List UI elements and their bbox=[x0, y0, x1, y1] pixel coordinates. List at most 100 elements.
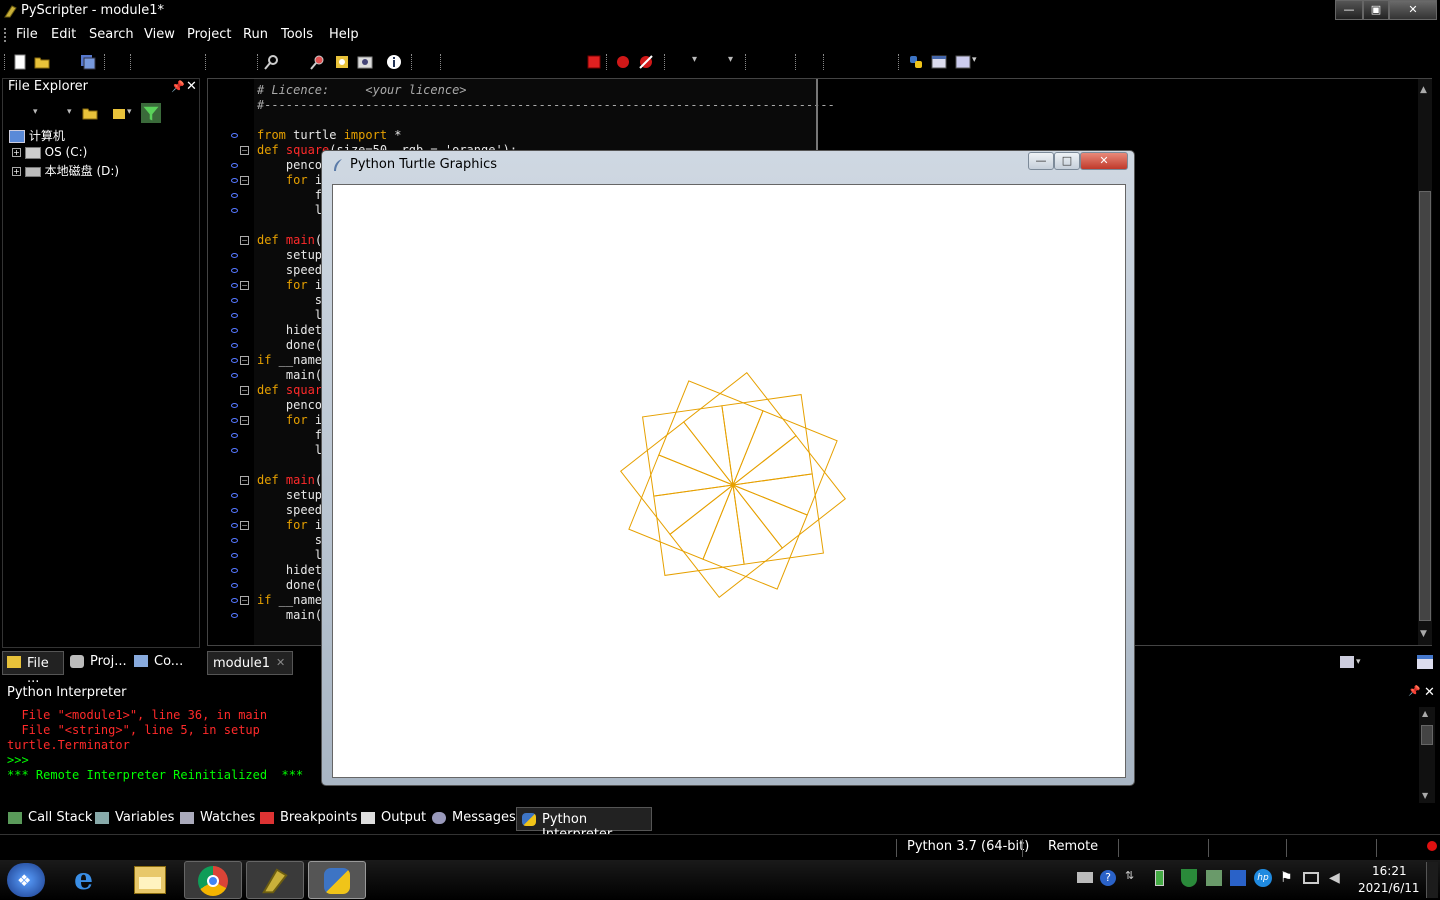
turtle-close-button[interactable]: ✕ bbox=[1080, 152, 1128, 170]
breakpoint-marker-icon[interactable] bbox=[231, 208, 238, 213]
breakpoint-marker-icon[interactable] bbox=[231, 163, 238, 168]
chevron-down-icon[interactable]: ▾ bbox=[67, 107, 72, 117]
taskbar-chrome[interactable] bbox=[184, 861, 242, 899]
tab-output[interactable]: Output bbox=[381, 810, 426, 825]
tab-project-explorer[interactable]: Proj... bbox=[68, 651, 128, 675]
taskbar-pyscripter[interactable] bbox=[246, 861, 304, 899]
pin-icon[interactable]: 📌 bbox=[171, 80, 185, 93]
code-line[interactable]: penco bbox=[257, 398, 322, 412]
network-icon[interactable] bbox=[1303, 872, 1319, 884]
tree-item-drive-c[interactable]: + OS (C:) bbox=[12, 145, 87, 159]
code-line[interactable]: setup bbox=[257, 488, 322, 502]
fold-toggle-icon[interactable]: − bbox=[240, 281, 249, 290]
toggle-breakpoint-icon[interactable] bbox=[615, 54, 631, 70]
code-line[interactable]: if __name bbox=[257, 353, 322, 367]
clear-breakpoints-icon[interactable] bbox=[638, 54, 654, 70]
maximize-button[interactable]: ▣ bbox=[1363, 0, 1389, 20]
breakpoint-marker-icon[interactable] bbox=[231, 298, 238, 303]
tab-module1[interactable]: module1 ✕ bbox=[207, 651, 293, 675]
breakpoint-marker-icon[interactable] bbox=[231, 283, 238, 288]
menu-file[interactable]: File bbox=[16, 27, 38, 42]
code-line[interactable]: speed bbox=[257, 503, 322, 517]
code-line[interactable]: l bbox=[257, 203, 322, 217]
clock-time[interactable]: 16:21 bbox=[1372, 864, 1407, 878]
breakpoint-marker-icon[interactable] bbox=[231, 133, 238, 138]
code-line[interactable]: main( bbox=[257, 608, 322, 622]
code-line[interactable]: for i bbox=[257, 518, 322, 532]
breakpoint-marker-icon[interactable] bbox=[231, 358, 238, 363]
close-button[interactable]: ✕ bbox=[1389, 0, 1437, 20]
code-line[interactable]: for i bbox=[257, 278, 322, 292]
code-line[interactable]: l bbox=[257, 548, 322, 562]
editor-scrollbar[interactable]: ▲ ▼ bbox=[1418, 79, 1432, 645]
clock-date[interactable]: 2021/6/11 bbox=[1358, 881, 1420, 895]
scrollbar-thumb[interactable] bbox=[1421, 725, 1433, 745]
breakpoint-marker-icon[interactable] bbox=[231, 448, 238, 453]
favorites-icon[interactable] bbox=[111, 105, 127, 121]
close-panel-icon[interactable]: ✕ bbox=[186, 79, 197, 94]
tree-item-drive-d[interactable]: + 本地磁盘 (D:) bbox=[12, 162, 119, 179]
code-line[interactable]: hidet bbox=[257, 563, 322, 577]
breakpoint-marker-icon[interactable] bbox=[231, 193, 238, 198]
code-line[interactable]: for i bbox=[257, 173, 322, 187]
code-line[interactable]: f bbox=[257, 428, 322, 442]
code-line[interactable]: setup bbox=[257, 248, 322, 262]
breakpoint-marker-icon[interactable] bbox=[231, 253, 238, 258]
menu-project[interactable]: Project bbox=[187, 27, 231, 42]
scroll-up-icon[interactable]: ▲ bbox=[1420, 85, 1427, 95]
turtle-canvas[interactable] bbox=[332, 184, 1126, 778]
breakpoint-marker-icon[interactable] bbox=[231, 328, 238, 333]
keyboard-icon[interactable] bbox=[1077, 872, 1093, 883]
fold-toggle-icon[interactable]: − bbox=[240, 356, 249, 365]
close-tab-icon[interactable]: ✕ bbox=[276, 656, 285, 669]
code-line[interactable]: main( bbox=[257, 368, 322, 382]
code-line[interactable]: def main( bbox=[257, 233, 322, 247]
breakpoint-marker-icon[interactable] bbox=[231, 508, 238, 513]
save-all-icon[interactable] bbox=[80, 54, 96, 70]
volume-icon[interactable]: ◀ bbox=[1329, 870, 1340, 886]
breakpoint-marker-icon[interactable] bbox=[231, 538, 238, 543]
breakpoint-marker-icon[interactable] bbox=[231, 598, 238, 603]
window-layout-icon[interactable] bbox=[955, 54, 971, 70]
code-line[interactable]: if __name bbox=[257, 593, 322, 607]
code-line[interactable]: done( bbox=[257, 578, 322, 592]
code-line[interactable]: penco bbox=[257, 158, 322, 172]
layout-icon[interactable] bbox=[931, 54, 947, 70]
code-line[interactable]: for i bbox=[257, 413, 322, 427]
fold-toggle-icon[interactable]: − bbox=[240, 146, 249, 155]
code-line[interactable]: from turtle import * bbox=[257, 128, 402, 142]
interpreter-scrollbar[interactable]: ▲ ▼ bbox=[1419, 707, 1435, 803]
breakpoint-marker-icon[interactable] bbox=[231, 493, 238, 498]
start-button[interactable]: ❖ bbox=[7, 863, 45, 897]
filter-icon[interactable] bbox=[141, 103, 161, 123]
close-panel-icon[interactable]: ✕ bbox=[1424, 685, 1435, 700]
new-window-icon[interactable] bbox=[1417, 655, 1433, 669]
breakpoint-marker-icon[interactable] bbox=[231, 418, 238, 423]
scroll-down-icon[interactable]: ▼ bbox=[1422, 791, 1428, 800]
network-tool-icon[interactable] bbox=[1206, 870, 1222, 886]
code-line[interactable]: f bbox=[257, 188, 322, 202]
expand-icon[interactable]: + bbox=[12, 167, 21, 176]
hp-icon[interactable]: hp bbox=[1254, 869, 1272, 887]
fold-toggle-icon[interactable]: − bbox=[240, 236, 249, 245]
code-line[interactable]: # Licence: <your licence> bbox=[257, 83, 467, 97]
code-line[interactable]: l bbox=[257, 308, 322, 322]
minimize-button[interactable]: — bbox=[1335, 0, 1363, 20]
info-icon[interactable] bbox=[386, 54, 402, 70]
turtle-minimize-button[interactable]: — bbox=[1028, 152, 1054, 170]
help-icon[interactable]: ? bbox=[1100, 870, 1116, 886]
breakpoint-marker-icon[interactable] bbox=[231, 613, 238, 618]
chevron-down-icon[interactable]: ▾ bbox=[692, 54, 697, 65]
chevron-down-icon[interactable]: ▾ bbox=[1356, 657, 1361, 667]
fold-toggle-icon[interactable]: − bbox=[240, 596, 249, 605]
breakpoint-marker-icon[interactable] bbox=[231, 553, 238, 558]
pin-icon[interactable]: 📌 bbox=[1408, 686, 1420, 697]
action-center-flag-icon[interactable]: ⚑ bbox=[1280, 870, 1293, 886]
scrollbar-thumb[interactable] bbox=[1419, 191, 1431, 621]
taskbar-ie[interactable]: e bbox=[72, 862, 106, 897]
stop-icon[interactable] bbox=[586, 54, 602, 70]
code-line[interactable]: def main( bbox=[257, 473, 322, 487]
battery-icon[interactable] bbox=[1155, 870, 1164, 886]
find-icon[interactable] bbox=[264, 54, 280, 70]
menu-search[interactable]: Search bbox=[89, 27, 134, 42]
